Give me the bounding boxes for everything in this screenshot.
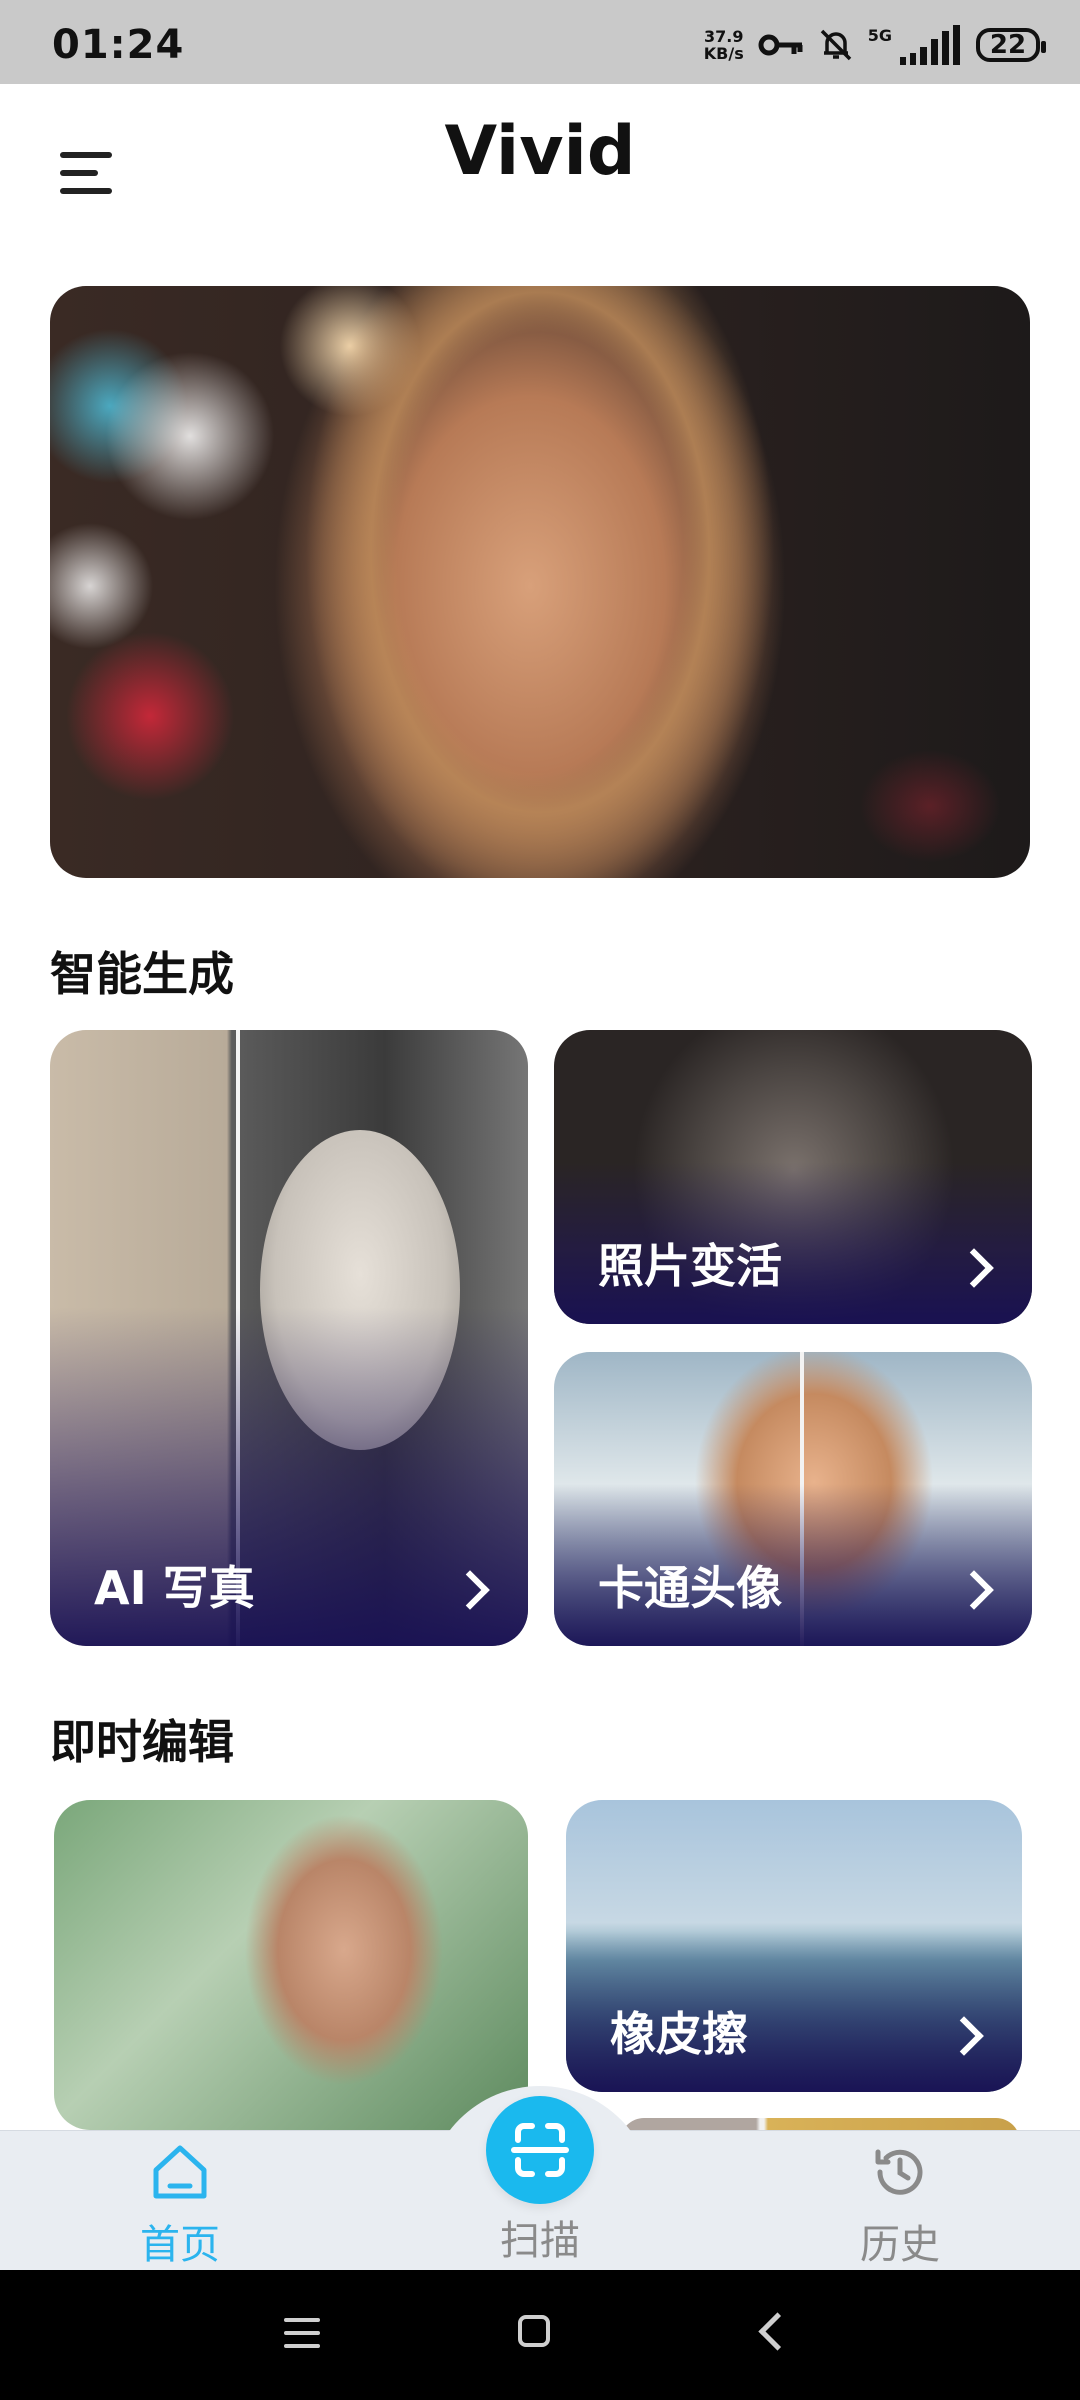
card-label: AI 写真 (94, 1561, 255, 1615)
battery-indicator: 22 (976, 28, 1046, 62)
card-label: 橡皮擦 (610, 2007, 748, 2061)
nav-label-scan[interactable]: 扫描 (440, 2208, 640, 2266)
card-label: 照片变活 (598, 1239, 782, 1293)
nav-label: 首页 (140, 2222, 220, 2268)
history-icon (875, 2149, 923, 2195)
nav-item-home[interactable]: 首页 (80, 2140, 280, 2270)
signal-icon (900, 25, 960, 65)
net-speed: 37.9 KB/s (703, 27, 744, 63)
section-title-smart-generate: 智能生成 (50, 947, 234, 1001)
app-title: Vivid (444, 112, 636, 191)
home-icon (153, 2145, 207, 2199)
card-photo-revive[interactable]: 照片变活 (554, 1030, 1032, 1324)
card-ai-portrait[interactable]: AI 写真 (50, 1030, 528, 1646)
status-bar: 01:24 37.9 KB/s 5G 22 (0, 0, 1080, 84)
status-icons: 37.9 KB/s 5G 22 (703, 20, 1046, 70)
card-label: 卡通头像 (598, 1561, 782, 1615)
card-portrait-edit[interactable] (54, 1800, 528, 2130)
home-button-icon[interactable] (518, 2315, 550, 2347)
nav-label: 历史 (860, 2222, 940, 2268)
network-type: 5G (867, 26, 892, 45)
hero-banner[interactable] (50, 286, 1030, 878)
scan-icon (511, 2123, 569, 2177)
recent-apps-icon[interactable] (284, 2318, 320, 2348)
status-time: 01:24 (52, 22, 185, 68)
bell-muted-icon (820, 29, 851, 61)
vpn-key-icon (758, 34, 803, 56)
card-eraser[interactable]: 橡皮擦 (566, 1800, 1022, 2092)
nav-item-history[interactable]: 历史 (800, 2140, 1000, 2270)
scan-button[interactable] (486, 2096, 594, 2204)
section-title-instant-edit: 即时编辑 (50, 1715, 234, 1769)
card-cartoon-avatar[interactable]: 卡通头像 (554, 1352, 1032, 1646)
